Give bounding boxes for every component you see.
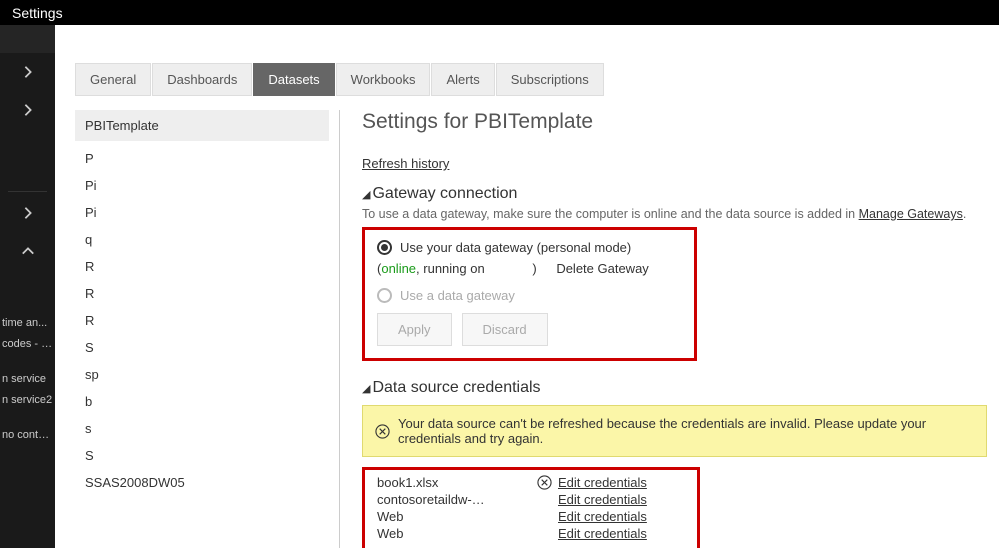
- credential-row: contosoretaildw-… Edit credentials: [377, 491, 685, 508]
- sidebar-label[interactable]: n service: [2, 371, 55, 389]
- gateway-section-header[interactable]: ◢ Gateway connection: [362, 185, 987, 203]
- tab-alerts[interactable]: Alerts: [431, 63, 494, 96]
- tab-datasets[interactable]: Datasets: [253, 63, 334, 96]
- topbar: Settings: [0, 0, 999, 25]
- credentials-warning: Your data source can't be refreshed beca…: [362, 405, 987, 457]
- sidebar-label[interactable]: time an...: [2, 315, 55, 333]
- caret-down-icon: ◢: [362, 188, 370, 201]
- sidebar-label[interactable]: [2, 356, 55, 368]
- apply-button[interactable]: Apply: [377, 313, 452, 346]
- chevron-right-icon[interactable]: [0, 91, 55, 129]
- discard-button[interactable]: Discard: [462, 313, 548, 346]
- sidebar-label[interactable]: n service2: [2, 392, 55, 410]
- edit-credentials-link[interactable]: Edit credentials: [558, 509, 647, 524]
- credential-row: book1.xlsx Edit credentials: [377, 474, 685, 491]
- manage-gateways-link[interactable]: Manage Gateways: [859, 207, 963, 221]
- credential-source-name: Web: [377, 526, 537, 541]
- dataset-item[interactable]: Pi: [75, 172, 329, 199]
- radio-enterprise-gateway[interactable]: Use a data gateway: [377, 284, 682, 307]
- chevron-right-icon[interactable]: [0, 194, 55, 232]
- error-icon: [537, 475, 552, 490]
- dataset-item[interactable]: b: [75, 388, 329, 415]
- chevron-right-icon[interactable]: [0, 53, 55, 91]
- dataset-item[interactable]: s: [75, 415, 329, 442]
- sidebar-label[interactable]: [2, 412, 55, 424]
- settings-title: Settings for PBITemplate: [362, 110, 987, 134]
- error-icon: [375, 424, 390, 439]
- tab-general[interactable]: General: [75, 63, 151, 96]
- credential-row: Web Edit credentials: [377, 508, 685, 525]
- gateway-subtext: To use a data gateway, make sure the com…: [362, 207, 987, 221]
- credential-source-name: contosoretaildw-…: [377, 492, 537, 507]
- credentials-highlight-box: book1.xlsxEdit credentialscontosoretaild…: [362, 467, 700, 548]
- radio-icon: [377, 240, 392, 255]
- dataset-item[interactable]: Pi: [75, 199, 329, 226]
- dataset-item[interactable]: S: [75, 334, 329, 361]
- edit-credentials-link[interactable]: Edit credentials: [558, 526, 647, 541]
- dataset-item[interactable]: R: [75, 280, 329, 307]
- dataset-item[interactable]: R: [75, 307, 329, 334]
- refresh-history-link[interactable]: Refresh history: [362, 156, 449, 171]
- sidebar-label[interactable]: codes - c...: [2, 336, 55, 354]
- dataset-list: PBITemplate PPiPiqRRRSspbsSSSAS2008DW05: [75, 110, 340, 548]
- dataset-item[interactable]: S: [75, 442, 329, 469]
- radio-icon: [377, 288, 392, 303]
- tab-subscriptions[interactable]: Subscriptions: [496, 63, 604, 96]
- dataset-item[interactable]: SSAS2008DW05: [75, 469, 329, 496]
- delete-gateway-link[interactable]: Delete Gateway: [556, 261, 649, 276]
- dataset-item[interactable]: sp: [75, 361, 329, 388]
- edit-credentials-link[interactable]: Edit credentials: [558, 492, 647, 507]
- settings-panel: Settings for PBITemplate Refresh history…: [340, 110, 999, 548]
- radio-personal-gateway[interactable]: Use your data gateway (personal mode): [377, 236, 682, 259]
- sidebar-label[interactable]: no conten...: [2, 427, 55, 445]
- dataset-list-heading: PBITemplate: [75, 110, 329, 141]
- dataset-item[interactable]: R: [75, 253, 329, 280]
- tab-workbooks[interactable]: Workbooks: [336, 63, 431, 96]
- caret-down-icon: ◢: [362, 382, 370, 395]
- tabs: GeneralDashboardsDatasetsWorkbooksAlerts…: [75, 63, 999, 96]
- credential-source-name: Web: [377, 509, 537, 524]
- gateway-highlight-box: Use your data gateway (personal mode) (o…: [362, 227, 697, 361]
- tab-dashboards[interactable]: Dashboards: [152, 63, 252, 96]
- dataset-item[interactable]: q: [75, 226, 329, 253]
- left-sidebar: time an... codes - c... n service n service…: [0, 25, 55, 548]
- sidebar-labels: time an... codes - c... n service n service…: [0, 315, 55, 445]
- credential-row: Web Edit credentials: [377, 525, 685, 542]
- page-title: Settings: [12, 5, 63, 21]
- gateway-status: (online, running on ) Delete Gateway: [377, 259, 682, 284]
- dataset-item[interactable]: P: [75, 145, 329, 172]
- credential-source-name: book1.xlsx: [377, 475, 537, 490]
- chevron-up-icon[interactable]: [0, 232, 55, 270]
- edit-credentials-link[interactable]: Edit credentials: [558, 475, 647, 490]
- credentials-section-header[interactable]: ◢ Data source credentials: [362, 379, 987, 397]
